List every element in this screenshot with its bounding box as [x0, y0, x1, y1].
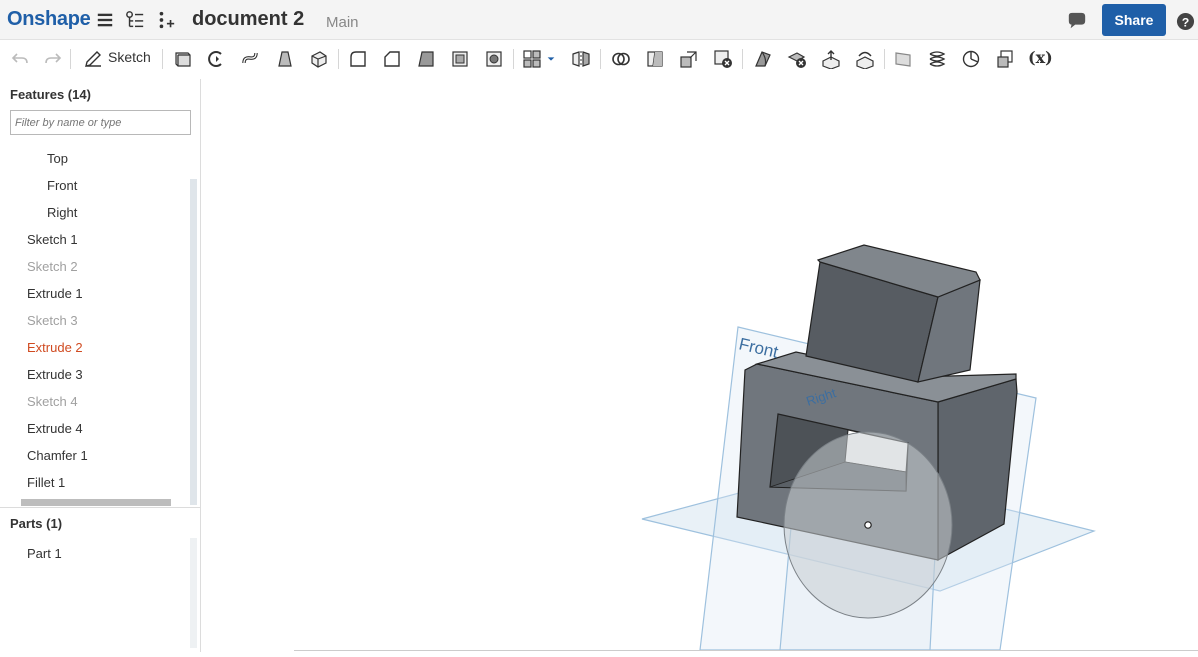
shell-icon[interactable] — [449, 48, 471, 70]
feature-item-top[interactable]: Top — [47, 151, 68, 166]
feature-item-extrude-4[interactable]: Extrude 4 — [27, 421, 83, 436]
part-item-part-1[interactable]: Part 1 — [27, 546, 62, 561]
share-button[interactable]: Share — [1102, 4, 1166, 36]
sketch-pencil-icon[interactable] — [82, 48, 104, 70]
insert-feature-icon[interactable] — [155, 9, 177, 31]
feature-item-sketch-1[interactable]: Sketch 1 — [27, 232, 78, 247]
revolve-icon[interactable] — [205, 48, 227, 70]
parts-list-scrollbar[interactable] — [190, 538, 197, 648]
thicken-icon[interactable] — [308, 48, 330, 70]
move-face-icon[interactable] — [820, 48, 842, 70]
pattern-icon[interactable] — [521, 48, 543, 70]
top-bar: Onshape document 2 Main Share ? — [0, 0, 1198, 40]
feature-list-scrollbar[interactable] — [190, 179, 197, 505]
replace-face-icon[interactable] — [854, 48, 876, 70]
panel-divider[interactable] — [0, 507, 200, 508]
feature-item-sketch-3[interactable]: Sketch 3 — [27, 313, 78, 328]
sketch-button[interactable]: Sketch — [108, 49, 151, 65]
modify-fillet-icon[interactable] — [752, 48, 774, 70]
fillet-icon[interactable] — [347, 48, 369, 70]
filter-input[interactable] — [10, 110, 191, 135]
feature-item-extrude-2[interactable]: Extrude 2 — [27, 340, 83, 355]
feature-item-extrude-3[interactable]: Extrude 3 — [27, 367, 83, 382]
parts-heading: Parts (1) — [10, 516, 63, 531]
comments-icon[interactable] — [1066, 10, 1088, 32]
onshape-logo[interactable]: Onshape — [7, 8, 91, 31]
document-title[interactable]: document 2 — [192, 8, 304, 31]
redo-icon[interactable] — [42, 48, 64, 70]
boolean-icon[interactable] — [610, 48, 632, 70]
transform-icon[interactable] — [678, 48, 700, 70]
delete-part-icon[interactable] — [712, 48, 734, 70]
feature-item-sketch-2[interactable]: Sketch 2 — [27, 259, 78, 274]
chamfer-icon[interactable] — [381, 48, 403, 70]
feature-list-icon[interactable] — [124, 9, 146, 31]
feature-list-hscrollbar[interactable] — [21, 499, 171, 506]
feature-item-sketch-4[interactable]: Sketch 4 — [27, 394, 78, 409]
viewport-bottom-border — [294, 650, 1198, 651]
loft-icon[interactable] — [274, 48, 296, 70]
model-view[interactable]: Front Right — [202, 79, 1198, 652]
help-icon[interactable]: ? — [1174, 10, 1196, 32]
feature-item-chamfer-1[interactable]: Chamfer 1 — [27, 448, 88, 463]
variable-button[interactable]: (x) — [1028, 48, 1053, 67]
menu-icon[interactable] — [94, 9, 116, 31]
feature-panel: Features (14) Top Front Right Sketch 1 S… — [0, 79, 201, 652]
features-heading: Features (14) — [10, 87, 91, 102]
feature-item-fillet-1[interactable]: Fillet 1 — [27, 475, 65, 490]
hole-icon[interactable] — [483, 48, 505, 70]
origin-point — [864, 521, 872, 529]
draft-icon[interactable] — [415, 48, 437, 70]
feature-item-front[interactable]: Front — [47, 178, 77, 193]
feature-item-extrude-1[interactable]: Extrude 1 — [27, 286, 83, 301]
workspace-branch[interactable]: Main — [326, 14, 359, 31]
plane-icon[interactable] — [892, 48, 914, 70]
extrude-icon[interactable] — [172, 48, 194, 70]
helix-icon[interactable] — [926, 48, 948, 70]
undo-icon[interactable] — [9, 48, 31, 70]
svg-text:?: ? — [1181, 15, 1189, 29]
feature-item-right[interactable]: Right — [47, 205, 77, 220]
mate-connector-icon[interactable] — [960, 48, 982, 70]
sweep-icon[interactable] — [240, 48, 262, 70]
delete-face-icon[interactable] — [786, 48, 808, 70]
split-icon[interactable] — [644, 48, 666, 70]
mirror-icon[interactable] — [570, 48, 592, 70]
pattern-dropdown-icon[interactable] — [544, 48, 558, 70]
graphics-viewport[interactable]: Front Right — [202, 79, 1198, 652]
derived-icon[interactable] — [994, 48, 1016, 70]
